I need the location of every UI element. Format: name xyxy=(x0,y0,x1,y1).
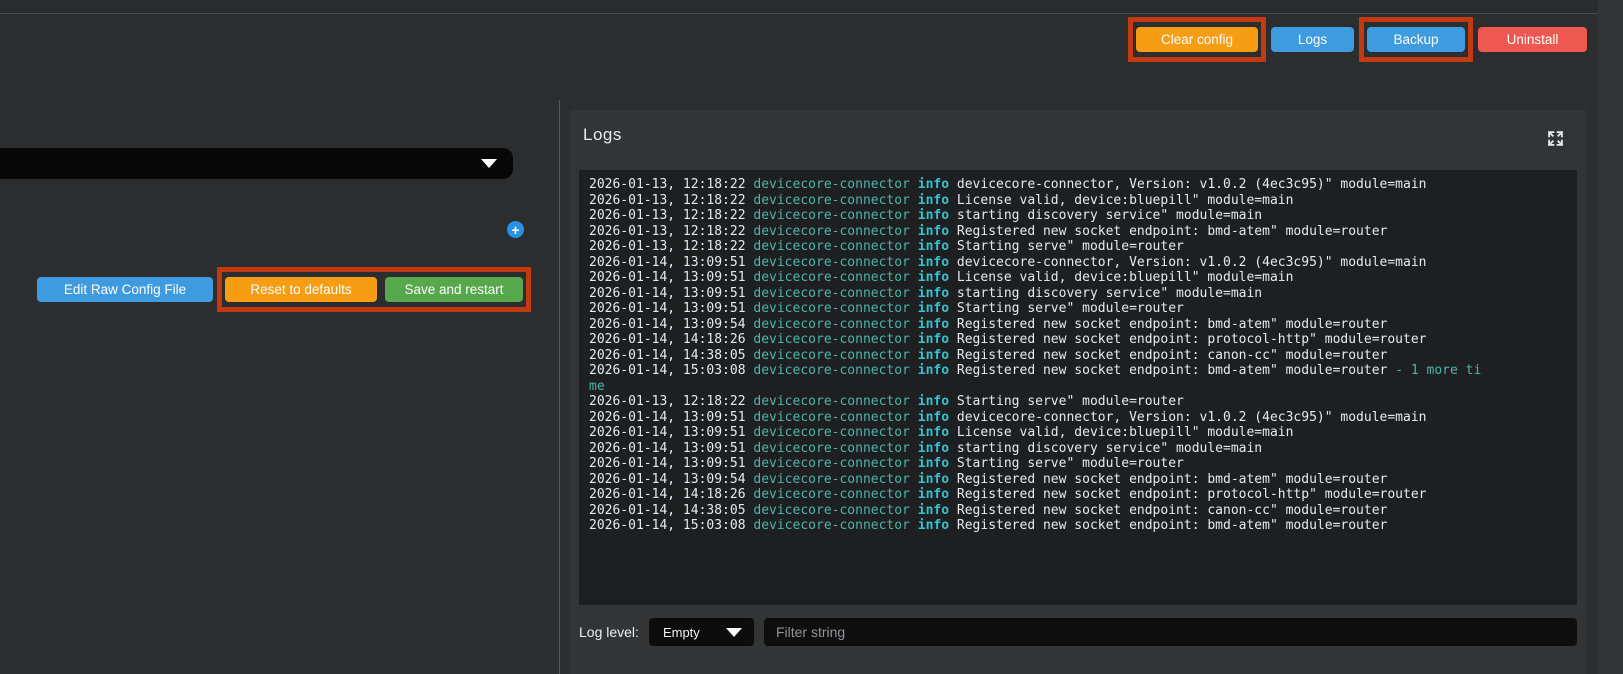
log-line: 2026-01-13, 12:18:22 devicecore-connecto… xyxy=(589,208,1263,223)
vertical-divider xyxy=(559,100,560,674)
annotation-highlight: Reset to defaults Save and restart xyxy=(217,267,531,312)
top-bar xyxy=(0,0,1623,14)
log-line: 2026-01-14, 13:09:51 devicecore-connecto… xyxy=(589,285,1263,301)
log-line: 2026-01-13, 12:18:22 devicecore-connecto… xyxy=(589,394,1184,409)
save-restart-button[interactable]: Save and restart xyxy=(385,277,523,302)
add-button[interactable]: + xyxy=(507,221,524,238)
log-line: 2026-01-13, 12:18:22 devicecore-connecto… xyxy=(589,192,1294,208)
clear-config-button[interactable]: Clear config xyxy=(1136,26,1258,52)
top-actions-row: Clear config Logs Backup Uninstall xyxy=(1128,14,1587,64)
edit-raw-config-button[interactable]: Edit Raw Config File xyxy=(37,277,213,302)
log-line: 2026-01-13, 12:18:22 devicecore-connecto… xyxy=(589,239,1184,254)
app-root: Clear config Logs Backup Uninstall + Edi… xyxy=(0,0,1623,674)
log-line: 2026-01-13, 12:18:22 devicecore-connecto… xyxy=(589,177,1427,192)
log-level-select[interactable]: Empty xyxy=(648,618,754,646)
log-line: 2026-01-14, 13:09:51 devicecore-connecto… xyxy=(589,254,1427,270)
log-line: 2026-01-14, 14:38:05 devicecore-connecto… xyxy=(589,502,1388,518)
log-line: 2026-01-14, 13:09:51 devicecore-connecto… xyxy=(589,270,1294,285)
log-line: 2026-01-14, 14:18:26 devicecore-connecto… xyxy=(589,332,1427,347)
config-dropdown[interactable] xyxy=(0,148,513,179)
chevron-down-icon xyxy=(725,627,742,637)
plus-icon: + xyxy=(511,221,520,238)
log-line: 2026-01-14, 13:09:51 devicecore-connecto… xyxy=(589,440,1263,456)
log-line: 2026-01-14, 15:03:08 devicecore-connecto… xyxy=(589,363,1482,378)
log-level-value: Empty xyxy=(662,624,700,640)
expand-button[interactable] xyxy=(1547,130,1564,147)
uninstall-button[interactable]: Uninstall xyxy=(1478,26,1587,52)
logs-panel: Logs 2026-01-13, 12:18:22 devicecore-con… xyxy=(570,110,1586,674)
annotation-highlight: Clear config xyxy=(1128,16,1266,62)
log-line: 2026-01-14, 13:09:51 devicecore-connecto… xyxy=(589,409,1427,425)
log-line: 2026-01-14, 13:09:54 devicecore-connecto… xyxy=(589,471,1388,487)
log-line: 2026-01-14, 14:18:26 devicecore-connecto… xyxy=(589,487,1427,502)
log-line: 2026-01-14, 13:09:54 devicecore-connecto… xyxy=(589,316,1388,332)
backup-button[interactable]: Backup xyxy=(1367,26,1465,52)
chevron-down-icon xyxy=(481,159,497,168)
filter-input[interactable] xyxy=(763,618,1577,646)
log-line: 2026-01-14, 13:09:51 devicecore-connecto… xyxy=(589,425,1294,440)
log-line: 2026-01-14, 14:38:05 devicecore-connecto… xyxy=(589,347,1388,363)
log-line: 2026-01-13, 12:18:22 devicecore-connecto… xyxy=(589,223,1388,239)
log-line: me xyxy=(589,378,605,394)
logs-panel-title: Logs xyxy=(583,125,622,144)
annotation-highlight: Backup xyxy=(1359,16,1473,62)
logs-button[interactable]: Logs xyxy=(1271,26,1354,52)
log-controls-row: Log level: Empty xyxy=(579,617,1577,647)
expand-arrows-icon xyxy=(1547,130,1564,147)
log-level-label: Log level: xyxy=(579,624,639,640)
reset-defaults-button[interactable]: Reset to defaults xyxy=(225,277,377,302)
log-viewport[interactable]: 2026-01-13, 12:18:22 devicecore-connecto… xyxy=(579,170,1577,605)
config-actions-row: Edit Raw Config File Reset to defaults S… xyxy=(37,267,531,312)
log-line: 2026-01-14, 13:09:51 devicecore-connecto… xyxy=(589,301,1184,316)
log-line: 2026-01-14, 15:03:08 devicecore-connecto… xyxy=(589,518,1388,533)
scrollbar-gutter xyxy=(1598,0,1623,674)
log-line: 2026-01-14, 13:09:51 devicecore-connecto… xyxy=(589,456,1184,471)
